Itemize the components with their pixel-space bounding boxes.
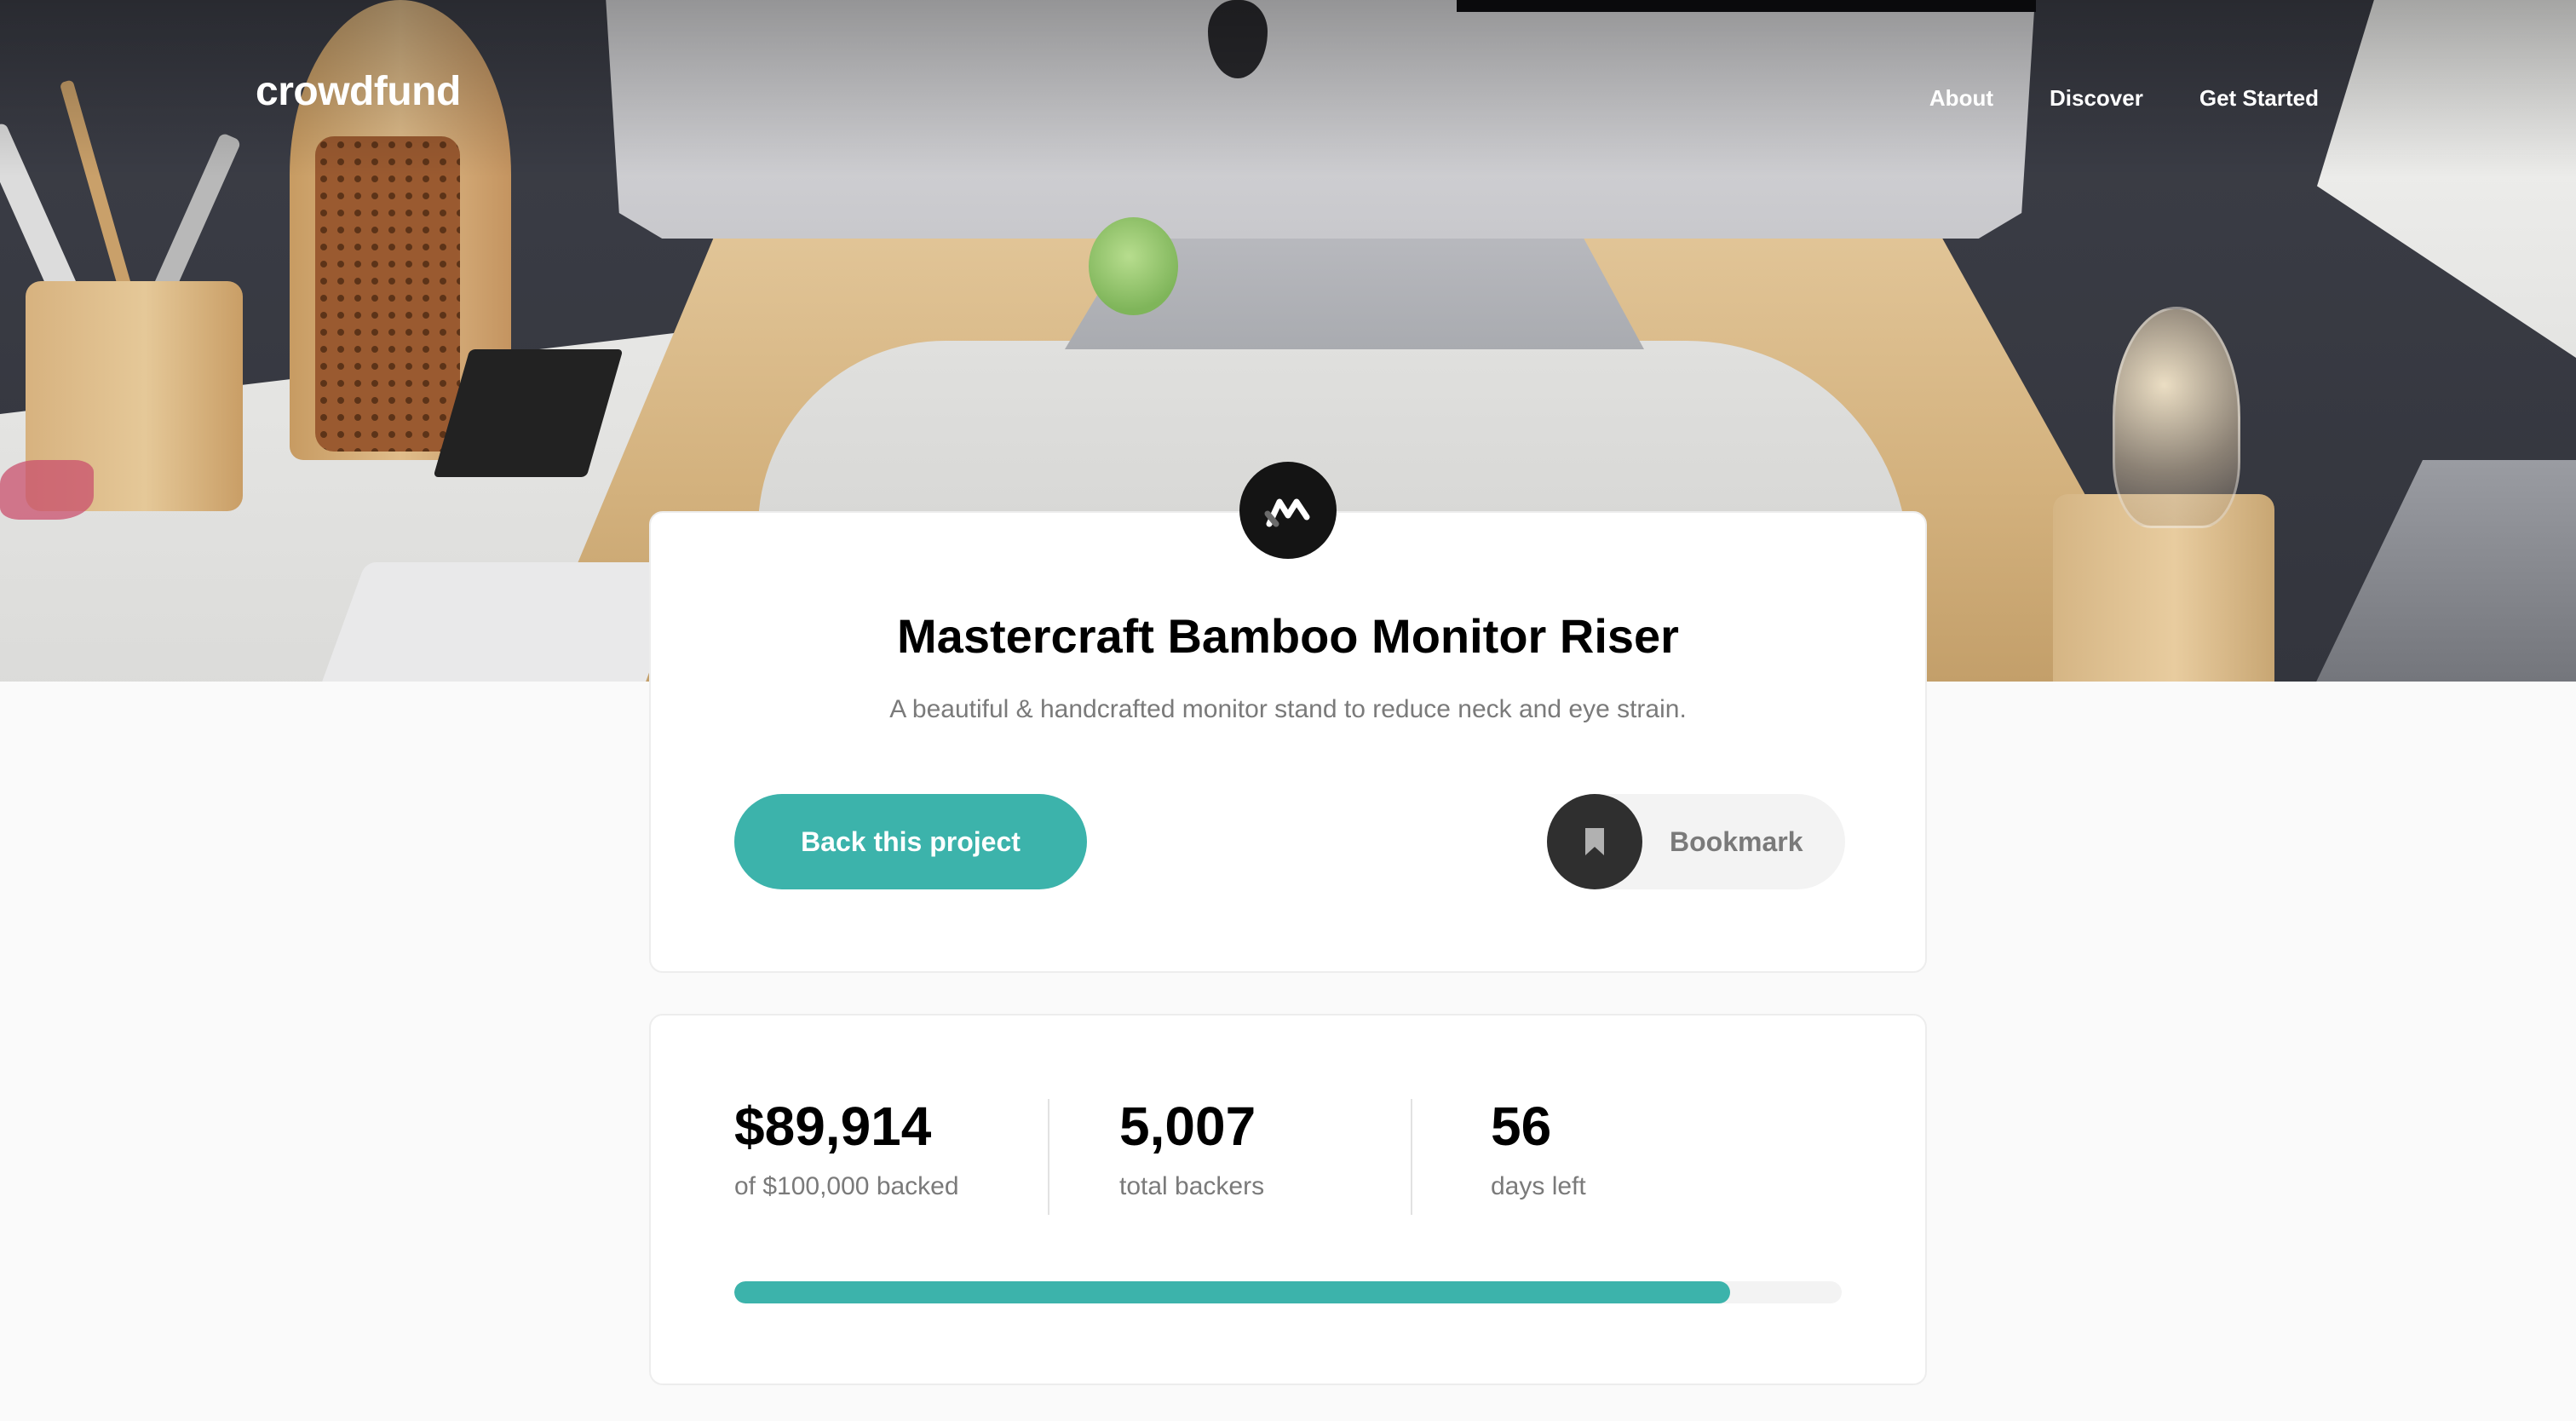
funding-progress-bar [734,1281,1842,1303]
stat-divider [1411,1099,1412,1215]
stat-days-left: 56 days left [1491,1099,1586,1201]
toy-figure [1089,217,1178,315]
backed-amount: $89,914 [734,1096,932,1157]
stat-backers: 5,007 total backers [1119,1099,1264,1201]
project-intro-card: Mastercraft Bamboo Monitor Riser A beaut… [649,511,1927,973]
monitor [605,0,2036,239]
total-backers-label: total backers [1119,1172,1265,1200]
days-left-label: days left [1491,1172,1586,1200]
nav-item-get-started[interactable]: Get Started [2199,85,2319,112]
speaker-grille [315,136,460,452]
paper-clips [0,460,94,520]
laptop [2300,460,2576,682]
bookmark-label: Bookmark [1670,826,1803,857]
total-backers-value: 5,007 [1119,1096,1256,1157]
back-project-button[interactable]: Back this project [734,794,1087,889]
mastercraft-logo-icon [1239,462,1337,559]
stat-backed: $89,914 of $100,000 backed [734,1099,959,1201]
main-nav: About Discover Get Started [1929,85,2319,112]
project-title: Mastercraft Bamboo Monitor Riser [897,609,1679,663]
bookmark-icon [1547,794,1642,889]
funding-progress-fill [734,1281,1730,1303]
nav-item-about[interactable]: About [1929,85,1993,112]
lamp-bulb [2113,307,2240,528]
project-description: A beautiful & handcrafted monitor stand … [889,695,1687,723]
nav-item-discover[interactable]: Discover [2050,85,2143,112]
backed-label: of $100,000 backed [734,1172,959,1200]
project-stats-card: $89,914 of $100,000 backed 5,007 total b… [649,1014,1927,1385]
brand-logo[interactable]: crowdfund [256,68,461,115]
monitor-screen [1457,0,2036,12]
keyboard [315,562,690,682]
bookmark-button[interactable]: Bookmark [1547,794,1845,889]
days-left-value: 56 [1491,1096,1552,1157]
stat-divider [1048,1099,1049,1215]
window [2317,0,2576,358]
